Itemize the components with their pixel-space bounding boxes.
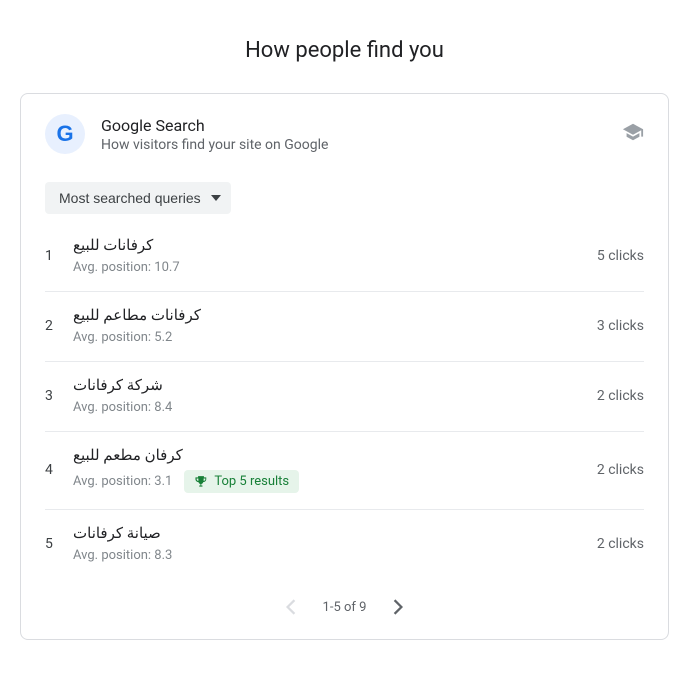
graduation-cap-icon[interactable] — [622, 121, 644, 147]
avg-position: Avg. position: 3.1 — [73, 474, 172, 489]
search-card: G Google Search How visitors find your s… — [20, 93, 669, 640]
google-g-icon: G — [56, 121, 73, 147]
position-line: Avg. position: 3.1 Top 5 results — [73, 470, 581, 493]
pagination: 1-5 of 9 — [21, 579, 668, 639]
page-range: 1-5 of 9 — [323, 600, 367, 615]
row-main: كرفان مطعم للبيع Avg. position: 3.1 Top 5 … — [73, 446, 581, 493]
avg-position: Avg. position: 10.7 — [73, 260, 180, 275]
row-index: 1 — [45, 248, 73, 264]
query-text: كرفانات مطاعم للبيع — [73, 306, 581, 324]
filter-dropdown[interactable]: Most searched queries — [45, 182, 231, 214]
row-main: شركة كرفانات Avg. position: 8.4 — [73, 376, 581, 415]
card-title: Google Search — [101, 116, 622, 135]
chevron-down-icon — [211, 195, 221, 201]
query-row[interactable]: 1كرفانات للبيع Avg. position: 10.7 5 click… — [45, 222, 644, 292]
query-row[interactable]: 3شركة كرفانات Avg. position: 8.4 2 clicks — [45, 362, 644, 432]
query-row[interactable]: 4كرفان مطعم للبيع Avg. position: 3.1 Top 5… — [45, 432, 644, 510]
row-main: كرفانات للبيع Avg. position: 10.7 — [73, 236, 581, 275]
position-line: Avg. position: 5.2 — [73, 330, 581, 345]
clicks-count: 5 clicks — [597, 248, 644, 264]
header-text: Google Search How visitors find your sit… — [101, 116, 622, 153]
prev-page-button[interactable] — [277, 593, 305, 621]
clicks-count: 2 clicks — [597, 462, 644, 478]
filter-row: Most searched queries — [21, 162, 668, 222]
avg-position: Avg. position: 5.2 — [73, 330, 172, 345]
trophy-icon — [194, 475, 208, 489]
next-page-button[interactable] — [384, 593, 412, 621]
row-index: 2 — [45, 318, 73, 334]
query-text: كرفانات للبيع — [73, 236, 581, 254]
chevron-left-icon — [286, 599, 296, 615]
clicks-count: 3 clicks — [597, 318, 644, 334]
query-text: شركة كرفانات — [73, 376, 581, 394]
filter-label: Most searched queries — [59, 190, 201, 206]
position-line: Avg. position: 8.4 — [73, 400, 581, 415]
avg-position: Avg. position: 8.4 — [73, 400, 172, 415]
position-line: Avg. position: 8.3 — [73, 548, 581, 563]
row-index: 3 — [45, 388, 73, 404]
row-main: صيانة كرفانات Avg. position: 8.3 — [73, 524, 581, 563]
clicks-count: 2 clicks — [597, 388, 644, 404]
query-row[interactable]: 2كرفانات مطاعم للبيع Avg. position: 5.2 3 … — [45, 292, 644, 362]
row-index: 5 — [45, 536, 73, 552]
top-results-badge: Top 5 results — [184, 470, 299, 493]
row-main: كرفانات مطاعم للبيع Avg. position: 5.2 — [73, 306, 581, 345]
clicks-count: 2 clicks — [597, 536, 644, 552]
row-index: 4 — [45, 462, 73, 478]
query-list: 1كرفانات للبيع Avg. position: 10.7 5 click… — [21, 222, 668, 579]
query-text: كرفان مطعم للبيع — [73, 446, 581, 464]
query-row[interactable]: 5صيانة كرفانات Avg. position: 8.3 2 clicks — [45, 510, 644, 579]
card-subtitle: How visitors find your site on Google — [101, 137, 622, 153]
card-header: G Google Search How visitors find your s… — [21, 94, 668, 162]
chevron-right-icon — [393, 599, 403, 615]
avg-position: Avg. position: 8.3 — [73, 548, 172, 563]
google-logo-circle: G — [45, 114, 85, 154]
query-text: صيانة كرفانات — [73, 524, 581, 542]
page-title: How people find you — [20, 38, 669, 63]
position-line: Avg. position: 10.7 — [73, 260, 581, 275]
